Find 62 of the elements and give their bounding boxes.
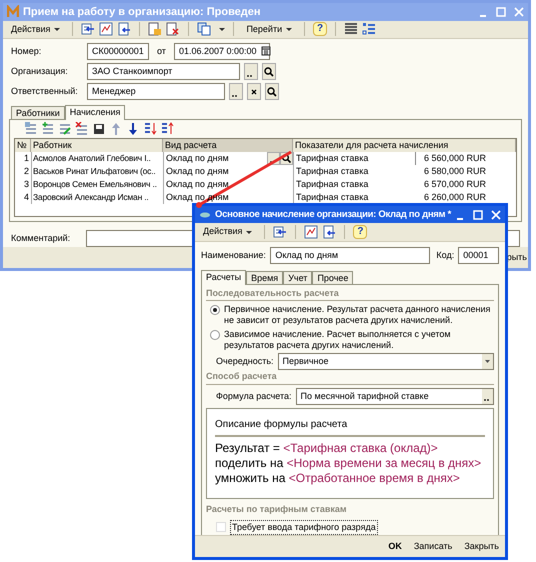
order-dropdown[interactable]: Первичное [278,353,494,370]
table-cell-text: Тарифная ставка [295,164,370,178]
tab[interactable]: Начисления [64,104,126,120]
section-title: Способ расчета [206,370,494,385]
responsible-field[interactable]: Менеджер [87,82,225,100]
column-header[interactable]: Показатели для расчета начисления [293,138,516,152]
table-cell: Асмолов Анатолий Глебович I.. [31,152,163,165]
tab[interactable]: Прочее [312,270,354,284]
table-cell: Заровский Александр Исман .. [31,190,163,204]
table-cell-text: Тарифная ставка [295,190,370,204]
table-cell-text: 2 [22,164,30,178]
radio-label: Первичное начисление. Результат расчета данного начисления не зависит от результатов расчета других начислений. [224,304,492,326]
section-title: Последовательность расчета [206,286,494,302]
table-cell-text: Оклад по дням [165,178,230,191]
tab[interactable]: Работники [11,106,65,119]
tab[interactable]: Учет [283,270,312,284]
dialog-button[interactable]: Закрыть [464,540,499,554]
code-field[interactable]: 00001 [458,246,499,264]
table-cell-text: 6 570,000 RUR [422,178,487,191]
field-label: Код: [436,248,454,262]
number-field[interactable]: СК00000001 [87,42,149,60]
dialog-button[interactable]: OK [388,540,402,554]
window-title: Основное начисление организации: Оклад по дням * [215,208,451,222]
table-cell-text: 3 [22,178,30,191]
actions-menu[interactable]: Действия [199,224,256,240]
column-header[interactable]: № [15,138,31,152]
table-cell-text: 6 580,000 RUR [422,164,487,178]
field-label: Ответственный: [11,84,79,98]
table-cell-text: Оклад по дням [165,164,230,178]
table-cell: Тарифная ставка [294,152,416,166]
dialog-button[interactable]: Записать [414,540,452,554]
organization-field[interactable]: ЗАО Станкоимпорт [87,62,240,80]
section-title: Расчеты по тарифным ставкам [206,503,348,516]
field-label: Номер: [11,44,42,58]
formula-field[interactable]: По месячной тарифной ставке [296,388,494,405]
table-cell-text: 6 260,000 RUR [422,190,487,204]
field-label: от [156,44,167,58]
table-cell-text: Оклад по дням [165,152,230,165]
table-cell-text: 1 [22,152,30,165]
tab[interactable]: Расчеты [201,270,246,285]
date-field[interactable]: 01.06.2007 0:00:00 [174,42,270,60]
radio-label: Зависимое начисление. Расчет выполняется с учетом результатов расчета других начислений. [224,329,452,352]
actions-menu[interactable]: Действия [7,21,64,38]
goto-menu[interactable]: Перейти [242,22,296,36]
table-cell-text: 6 560,000 RUR [422,152,487,165]
window-title: Прием на работу в организацию: Проведен [23,4,262,20]
tab[interactable]: Время [246,270,284,284]
field-label: Формула расчета: [216,390,292,403]
name-field[interactable]: Оклад по дням [270,246,430,264]
help-button[interactable]: ? [313,22,328,36]
table-cell: Воронцов Семен Емельянович .. [31,178,163,191]
table-cell-text: 4 [22,190,30,204]
formula-description: Результат = <Тарифная ставка (оклад)> поделить на <Норма времени за месяц в днях> умножить на <Отработанное время в днях> [215,440,482,486]
column-header[interactable]: Вид расчета [163,138,293,152]
field-label: Организация: [11,64,69,78]
description-title: Описание формулы расчета [215,416,485,437]
help-button[interactable]: ? [353,225,368,240]
table-cell: Васьков Ринат Ильфатович (ос.. [31,164,163,178]
field-label: Комментарий: [11,232,72,245]
table-cell-text: Тарифная ставка [295,178,370,191]
field-label: Очередность: [216,355,274,368]
field-label: Наименование: [201,248,266,262]
